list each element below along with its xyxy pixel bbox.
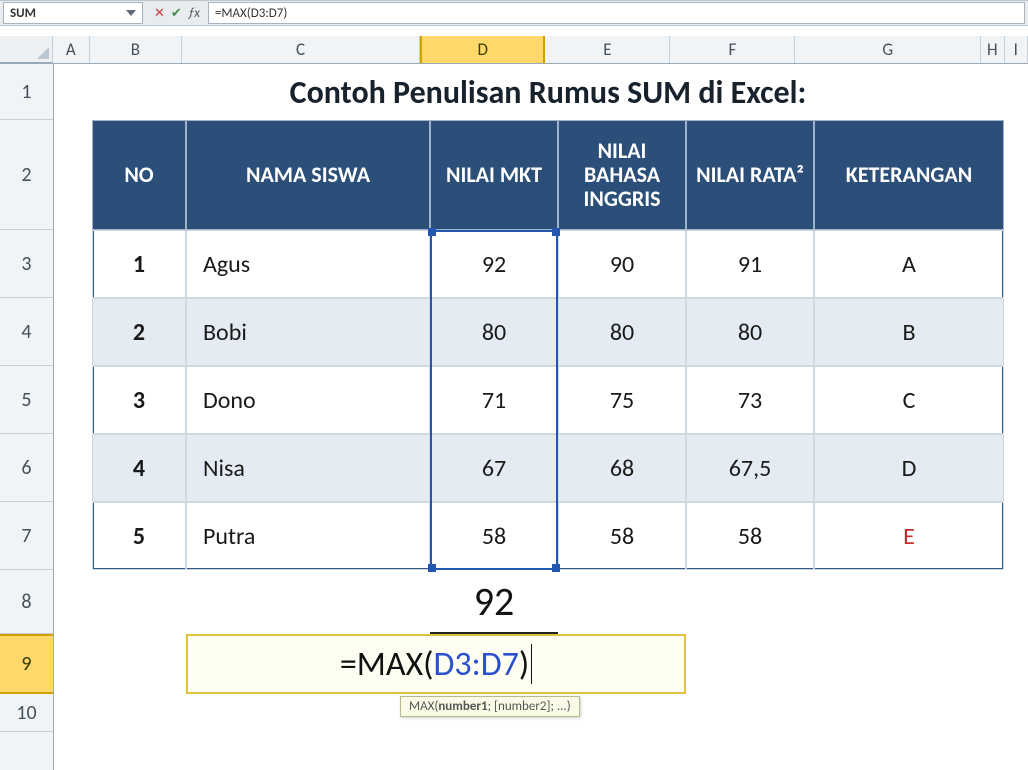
cell-B3[interactable]: 1 [92, 230, 186, 298]
formula-part-ref: D3:D7 [433, 644, 518, 685]
row-header-7[interactable]: 7 [0, 502, 53, 570]
cell-B7[interactable]: 5 [92, 502, 186, 570]
row-header-10[interactable]: 10 [0, 694, 53, 732]
cell-D3[interactable]: 92 [430, 230, 558, 298]
sheet-body: 12345678910 Contoh Penulisan Rumus SUM d… [0, 64, 1028, 770]
cell-G7[interactable]: E [814, 502, 1004, 570]
cell-E3[interactable]: 90 [558, 230, 686, 298]
row-headers: 12345678910 [0, 64, 54, 770]
row-header-6[interactable]: 6 [0, 434, 53, 502]
cell-E7[interactable]: 58 [558, 502, 686, 570]
cell-E5[interactable]: 75 [558, 366, 686, 434]
column-headers: ABCDEFGHI [0, 36, 1028, 64]
header-nama: NAMA SISWA [186, 120, 430, 230]
name-box[interactable]: SUM [3, 2, 143, 24]
cell-D7[interactable]: 58 [430, 502, 558, 570]
row-header-3[interactable]: 3 [0, 230, 53, 298]
cell-C3[interactable]: Agus [186, 230, 430, 298]
cancel-icon[interactable]: ✕ [154, 6, 165, 21]
formula-text: =MAX(D3:D7) [215, 6, 287, 21]
function-tooltip: MAX(number1; [number2]; ...) [400, 696, 580, 717]
col-header-E[interactable]: E [545, 36, 670, 63]
cell-F4[interactable]: 80 [686, 298, 814, 366]
header-ket: KETERANGAN [814, 120, 1004, 230]
cell-C4[interactable]: Bobi [186, 298, 430, 366]
cell-F5[interactable]: 73 [686, 366, 814, 434]
header-bahasa: NILAI BAHASA INGGRIS [558, 120, 686, 230]
name-box-text: SUM [10, 6, 126, 21]
cell-B5[interactable]: 3 [92, 366, 186, 434]
row-header-8[interactable]: 8 [0, 570, 53, 634]
cell-B4[interactable]: 2 [92, 298, 186, 366]
cell-F3[interactable]: 91 [686, 230, 814, 298]
cell-B6[interactable]: 4 [92, 434, 186, 502]
text-caret [531, 644, 532, 683]
cell-G6[interactable]: D [814, 434, 1004, 502]
select-all-corner[interactable] [0, 36, 53, 63]
formula-bar-buttons: ✕ ✔ ƒx [146, 1, 208, 25]
col-header-C[interactable]: C [182, 36, 420, 63]
editing-cell-d9[interactable]: =MAX(D3:D7) [186, 634, 686, 694]
result-value: 92 [430, 570, 558, 634]
cell-G5[interactable]: C [814, 366, 1004, 434]
row-header-1[interactable]: 1 [0, 64, 53, 120]
col-header-I[interactable]: I [1005, 36, 1028, 63]
fx-icon[interactable]: ƒx [188, 6, 200, 21]
cell-G4[interactable]: B [814, 298, 1004, 366]
header-mkt: NILAI MKT [430, 120, 558, 230]
page-title: Contoh Penulisan Rumus SUM di Excel: [92, 64, 1004, 120]
cells-area[interactable]: Contoh Penulisan Rumus SUM di Excel:NONA… [54, 64, 1028, 770]
cell-D6[interactable]: 67 [430, 434, 558, 502]
cell-F6[interactable]: 67,5 [686, 434, 814, 502]
row-header-5[interactable]: 5 [0, 366, 53, 434]
cell-C7[interactable]: Putra [186, 502, 430, 570]
formula-part-suffix: ) [519, 644, 529, 685]
header-no: NO [92, 120, 186, 230]
cell-E4[interactable]: 80 [558, 298, 686, 366]
confirm-icon[interactable]: ✔ [171, 6, 182, 21]
name-box-dropdown-icon[interactable] [126, 10, 136, 16]
cell-C5[interactable]: Dono [186, 366, 430, 434]
cell-D4[interactable]: 80 [430, 298, 558, 366]
row-header-4[interactable]: 4 [0, 298, 53, 366]
col-header-B[interactable]: B [90, 36, 182, 63]
cell-C6[interactable]: Nisa [186, 434, 430, 502]
col-header-G[interactable]: G [795, 36, 981, 63]
col-header-D[interactable]: D [420, 36, 545, 63]
formula-input[interactable]: =MAX(D3:D7) [208, 2, 1025, 24]
formula-part-prefix: =MAX( [340, 644, 434, 685]
cell-F7[interactable]: 58 [686, 502, 814, 570]
row-header-9[interactable]: 9 [0, 634, 53, 694]
formula-bar: SUM ✕ ✔ ƒx =MAX(D3:D7) [0, 0, 1028, 26]
row-header-2[interactable]: 2 [0, 120, 53, 230]
col-header-F[interactable]: F [670, 36, 795, 63]
header-rata: NILAI RATA² [686, 120, 814, 230]
cell-D5[interactable]: 71 [430, 366, 558, 434]
col-header-H[interactable]: H [981, 36, 1004, 63]
cell-G3[interactable]: A [814, 230, 1004, 298]
col-header-A[interactable]: A [53, 36, 90, 63]
cell-E6[interactable]: 68 [558, 434, 686, 502]
